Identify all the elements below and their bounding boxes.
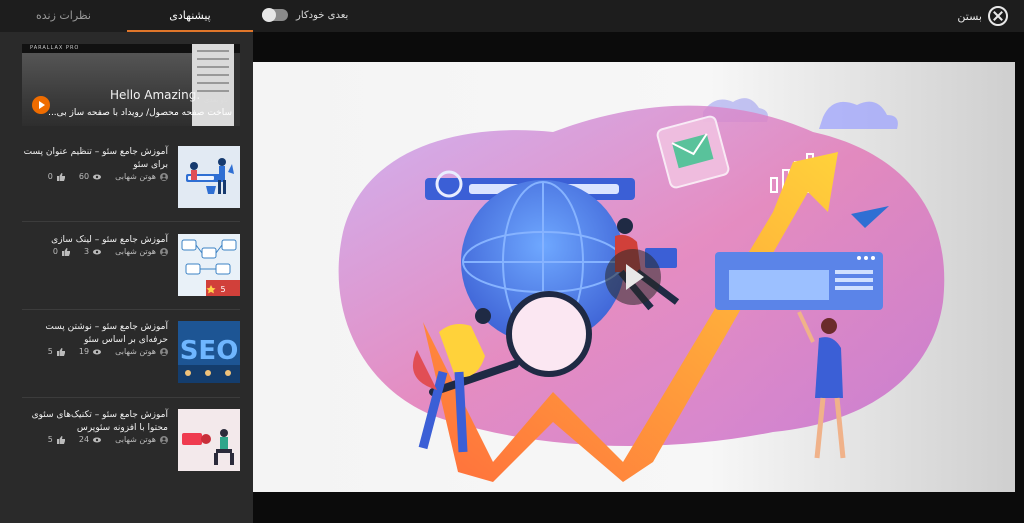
list-item[interactable]: SEO آموزش جامع سئو – نوشتن پست حرفه‌ای ب… (22, 321, 240, 393)
video-author: هوتن شهابی (115, 172, 156, 181)
video-author: هوتن شهابی (115, 435, 156, 444)
autoplay-control[interactable]: بعدی خودکار (262, 8, 349, 22)
video-thumbnail (178, 409, 240, 471)
view-count: 24 (78, 435, 90, 444)
list-item[interactable]: آموزش جامع سئو – تنظیم عنوان پست برای سئ… (22, 146, 240, 218)
eye-icon (93, 349, 102, 354)
video-meta: هوتن شهابی 24 5 (48, 435, 168, 444)
thumbs-up-icon (56, 172, 65, 181)
player-topbar: بستن (253, 0, 1024, 32)
eye-icon (93, 437, 102, 442)
video-meta: هوتن شهابی 60 0 (48, 172, 168, 181)
divider (22, 397, 240, 398)
close-label[interactable]: بستن (957, 10, 982, 23)
video-title[interactable]: آموزش جامع سئو – لینک سازی (22, 234, 168, 247)
tab-suggested[interactable]: پیشنهادی (127, 0, 253, 32)
close-button[interactable]: بستن (957, 6, 1008, 26)
thumbs-up-icon (56, 347, 65, 356)
user-icon (160, 435, 168, 444)
view-count: 3 (83, 247, 90, 256)
video-thumbnail: SEO (178, 321, 240, 383)
video-author: هوتن شهابی (115, 247, 156, 256)
video-meta: هوتن شهابی 19 5 (48, 347, 168, 356)
like-count: 5 (47, 435, 53, 444)
video-author: هوتن شهابی (115, 347, 156, 356)
list-item[interactable]: آموزش جامع سئو – تکنیک‌های سئوی محتوا با… (22, 409, 240, 481)
user-icon (160, 347, 168, 356)
video-title[interactable]: آموزش جامع سئو – تکنیک‌های سئوی محتوا با… (22, 409, 168, 435)
video-thumbnail (178, 146, 240, 208)
tab-live-comments[interactable]: نظرات زنده (0, 0, 127, 32)
view-count: 19 (78, 347, 90, 356)
divider (22, 309, 240, 310)
video-meta: هوتن شهابی 3 0 (53, 247, 168, 256)
autoplay-toggle[interactable] (262, 8, 288, 22)
thumbs-up-icon (56, 435, 65, 444)
view-count: 60 (78, 172, 90, 181)
autoplay-label: بعدی خودکار (296, 9, 349, 21)
video-thumbnail: 5 (178, 234, 240, 296)
toggle-knob (262, 8, 276, 22)
eye-icon (93, 249, 102, 254)
thumbnail-headline: Hello Amazing. (110, 88, 201, 102)
close-icon[interactable] (988, 6, 1008, 26)
divider (22, 221, 240, 222)
thumbs-up-icon (61, 247, 70, 256)
play-icon[interactable] (605, 249, 661, 305)
eye-icon (93, 174, 102, 179)
next-up-label: ناو بعدی (203, 96, 228, 104)
sidebar: پیشنهادی نظرات زنده PARALLAX PRO Hello A… (0, 0, 253, 523)
next-up-title: ساخت صفحه محصول/ رویداد با صفحه ساز بی..… (48, 108, 232, 118)
thumbnail-seo-text: SEO (180, 336, 239, 366)
sidebar-tabs: پیشنهادی نظرات زنده (0, 0, 253, 32)
thumbnail-brand: PARALLAX PRO (30, 45, 80, 51)
like-count: 5 (47, 347, 53, 356)
user-icon (160, 172, 168, 181)
video-title[interactable]: آموزش جامع سئو – نوشتن پست حرفه‌ای بر اس… (22, 321, 168, 347)
user-icon (160, 247, 168, 256)
video-player[interactable] (253, 62, 1015, 492)
rating-badge: 5 (220, 285, 225, 294)
next-up-card[interactable]: PARALLAX PRO Hello Amazing. ناو بعدی ساخ… (22, 44, 240, 126)
video-title[interactable]: آموزش جامع سئو – تنظیم عنوان پست برای سئ… (22, 146, 168, 172)
like-count: 0 (52, 247, 58, 256)
like-count: 0 (47, 172, 53, 181)
list-item[interactable]: 5 آموزش جامع سئو – لینک سازی هوتن شهابی … (22, 234, 240, 306)
